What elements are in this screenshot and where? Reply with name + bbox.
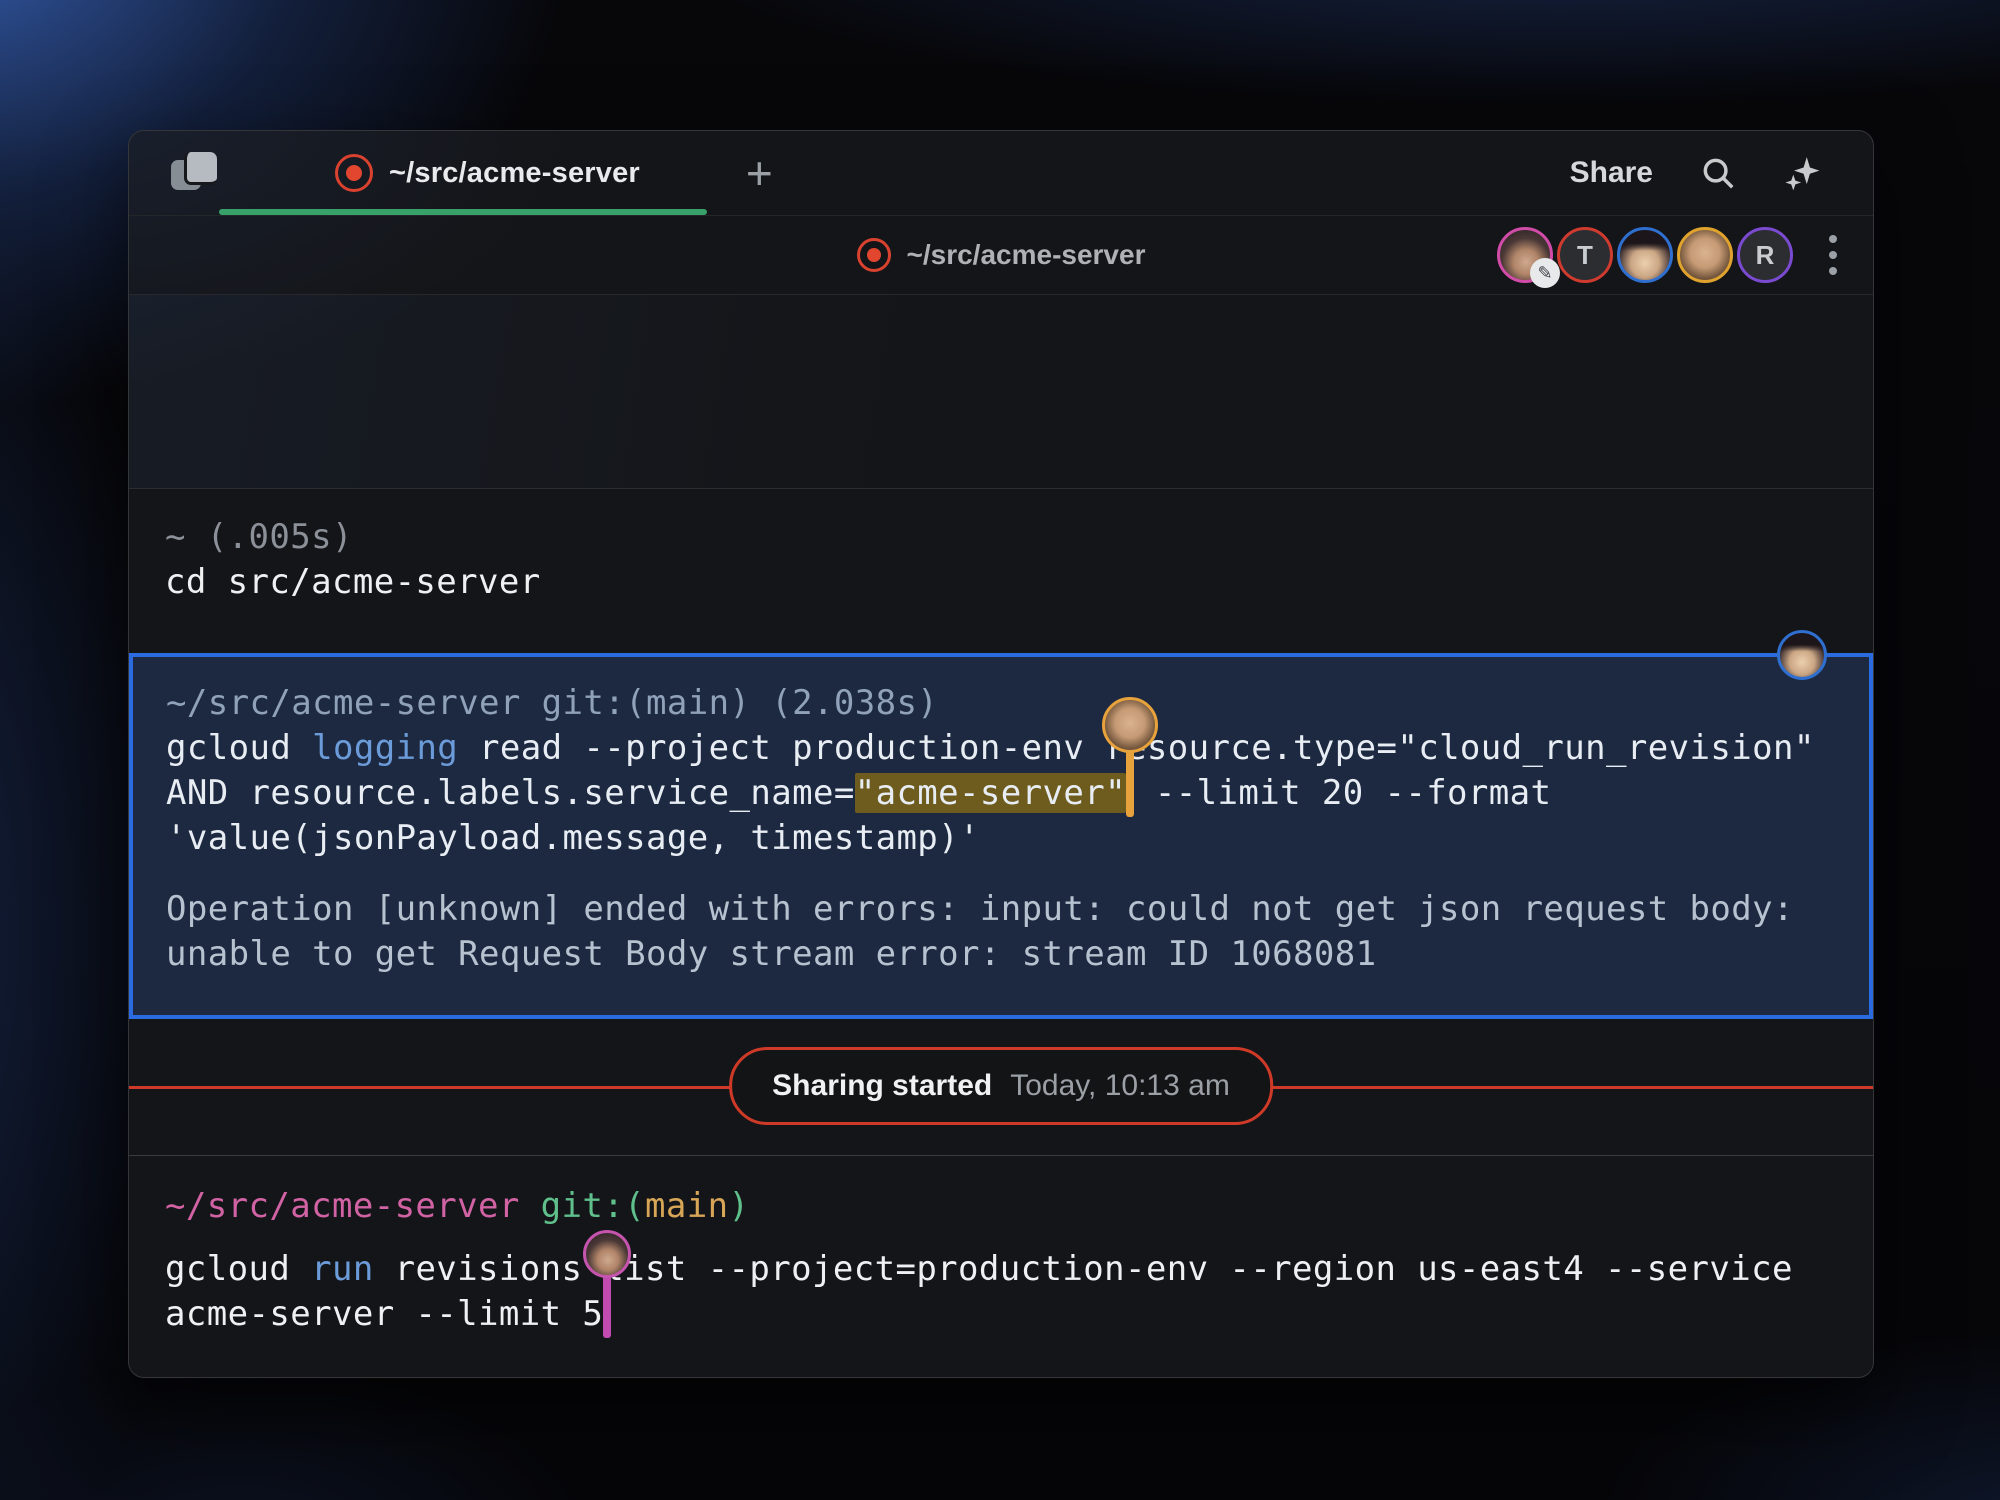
- cmd-keyword: logging: [312, 728, 458, 768]
- command-input[interactable]: gcloud run revisions list --project=prod…: [165, 1247, 1873, 1337]
- remote-selection-highlight: "acme-server": [855, 773, 1126, 813]
- avatar-collaborator-5[interactable]: R: [1737, 227, 1793, 283]
- terminal-window: ~/src/acme-server + Share ~/src/acme-ser…: [128, 130, 1874, 1378]
- prompt-branch: main: [645, 1186, 728, 1226]
- command-block-cd[interactable]: ~ (.005s) cd src/acme-server: [129, 488, 1873, 653]
- recording-indicator-icon: [857, 238, 891, 272]
- avatar-initial: R: [1756, 240, 1775, 271]
- cmd-text: gcloud: [165, 1249, 311, 1289]
- command-block-gcloud-logging[interactable]: ~/src/acme-server git:(main) (2.038s) gc…: [129, 653, 1873, 1019]
- cmd-text: AND resource.labels.service_name=: [166, 773, 855, 813]
- tab-title: ~/src/acme-server: [389, 157, 640, 190]
- cmd-text: --limit 20 --format: [1134, 773, 1551, 813]
- avatar-collaborator-4[interactable]: [1677, 227, 1733, 283]
- recording-indicator-icon: [335, 154, 373, 192]
- prompt-path: ~/src/acme-server: [165, 1186, 520, 1226]
- command-line-2: AND resource.labels.service_name="acme-s…: [166, 771, 1869, 816]
- command-input-block[interactable]: ~/src/acme-server git:(main) gcloud run …: [129, 1155, 1873, 1378]
- remote-cursor-orange: [1126, 775, 1134, 809]
- output-gap: [166, 861, 1869, 887]
- command-text: cd src/acme-server: [165, 560, 1873, 605]
- prompt-context: ~/src/acme-server git:(main) (2.038s): [166, 681, 1869, 726]
- remote-cursor-pink: [603, 1296, 611, 1330]
- sparkles-ai-icon[interactable]: [1783, 154, 1821, 192]
- output-line-1: Operation [unknown] ended with errors: i…: [166, 887, 1869, 932]
- desktop-background: ~/src/acme-server + Share ~/src/acme-ser…: [0, 0, 2000, 1500]
- command-line-3: 'value(jsonPayload.message, timestamp)': [166, 816, 1869, 861]
- input-line-1: gcloud run revisions list --project=prod…: [165, 1247, 1873, 1292]
- tab-bar: ~/src/acme-server + Share: [129, 131, 1873, 216]
- tab-acme-server[interactable]: ~/src/acme-server: [335, 131, 640, 215]
- viewer-avatar-on-block: [1777, 630, 1827, 680]
- new-tab-button[interactable]: +: [736, 150, 783, 196]
- workspace-panes-icon[interactable]: [171, 152, 217, 194]
- avatar-collaborator-2[interactable]: T: [1557, 227, 1613, 283]
- prompt-git: git:(: [520, 1186, 645, 1226]
- sharing-divider: Sharing started Today, 10:13 am: [129, 1019, 1873, 1155]
- remote-cursor-avatar: [1102, 697, 1158, 753]
- cmd-text: acme-server --limit 5: [165, 1294, 603, 1334]
- tabbar-actions: Share: [1570, 154, 1873, 192]
- remote-cursor-avatar: [583, 1230, 631, 1278]
- pane-title: ~/src/acme-server: [907, 239, 1146, 271]
- pencil-edit-badge-icon: ✎: [1530, 258, 1560, 288]
- pane-header: ~/src/acme-server ✎ T R: [129, 216, 1873, 295]
- sharing-started-pill[interactable]: Sharing started Today, 10:13 am: [729, 1047, 1273, 1125]
- share-button[interactable]: Share: [1570, 156, 1653, 190]
- empty-scrollback-area: [129, 295, 1873, 488]
- sharing-timestamp: Today, 10:13 am: [1010, 1069, 1230, 1103]
- cmd-text: gcloud: [166, 728, 312, 768]
- input-line-2: acme-server --limit 5: [165, 1292, 1873, 1337]
- avatar-collaborator-3[interactable]: [1617, 227, 1673, 283]
- overflow-menu-button[interactable]: [1823, 229, 1843, 281]
- search-icon[interactable]: [1699, 154, 1737, 192]
- prompt-git-close: ): [729, 1186, 750, 1226]
- avatar-collaborator-1[interactable]: ✎: [1497, 227, 1553, 283]
- avatar-initial: T: [1577, 240, 1593, 271]
- output-line-2: unable to get Request Body stream error:…: [166, 932, 1869, 977]
- terminal-scrollback: ~ (.005s) cd src/acme-server ~/src/acme-…: [129, 295, 1873, 1378]
- panes-icon-front: [184, 152, 217, 185]
- collaborator-avatars: ✎ T R: [1497, 227, 1843, 283]
- active-tab-indicator: [219, 209, 707, 215]
- prompt-context: ~ (.005s): [165, 515, 1873, 560]
- cmd-keyword: run: [311, 1249, 374, 1289]
- sharing-label: Sharing started: [772, 1069, 992, 1103]
- command-line-1: gcloud logging read --project production…: [166, 726, 1869, 771]
- prompt-line: ~/src/acme-server git:(main): [165, 1184, 1873, 1229]
